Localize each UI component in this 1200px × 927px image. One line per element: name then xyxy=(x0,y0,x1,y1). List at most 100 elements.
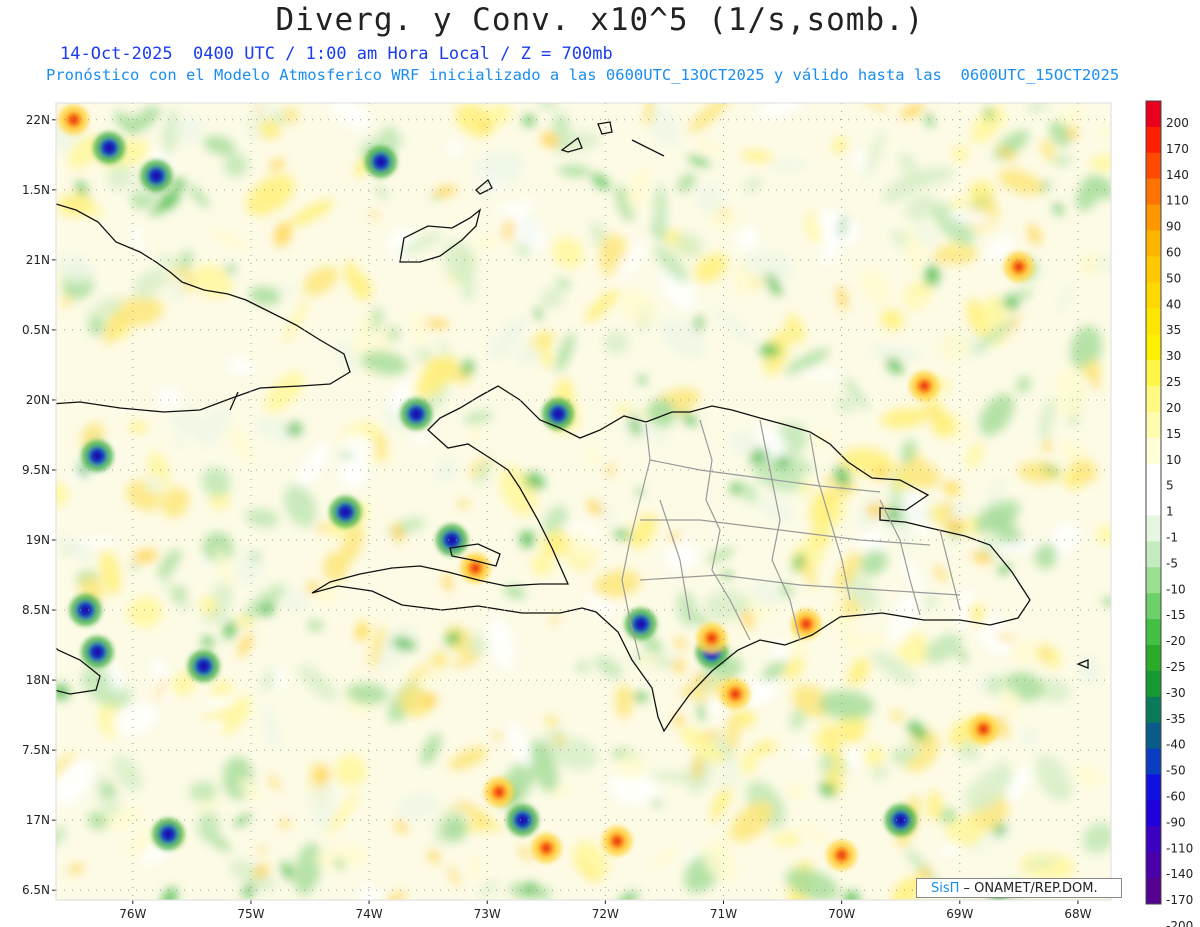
convergence-core xyxy=(506,804,539,837)
colorbar-swatch xyxy=(1146,670,1161,698)
latitude-axis: 22N 1.5N 21N 0.5N 20N 9.5N 19N 8.5N 18N 7.5N 17N 6.… xyxy=(22,113,50,897)
colorbar-swatch xyxy=(1146,800,1161,827)
lon-tick-label: 68W xyxy=(1064,907,1091,921)
colorbar-swatch xyxy=(1146,101,1161,128)
lon-tick-label: 75W xyxy=(237,907,264,921)
colorbar-label: -20 xyxy=(1166,634,1186,648)
lat-tick-label: 20N xyxy=(26,393,50,407)
colorbar-label: 35 xyxy=(1166,323,1181,337)
colorbar-swatch xyxy=(1146,593,1161,620)
colorbar-swatch xyxy=(1146,308,1161,335)
colorbar-swatch xyxy=(1146,722,1161,750)
colorbar-label: -140 xyxy=(1166,867,1193,881)
colorbar-swatch xyxy=(1146,748,1161,775)
colorbar-swatch xyxy=(1146,696,1161,724)
colorbar-label: -25 xyxy=(1166,660,1186,674)
colorbar-swatch xyxy=(1146,878,1161,905)
colorbar-label: 170 xyxy=(1166,142,1189,156)
colorbar-swatch xyxy=(1146,541,1161,568)
lat-tick-label: 21N xyxy=(26,253,50,267)
lat-tick-label: 22N xyxy=(26,113,50,127)
lon-tick-label: 72W xyxy=(592,907,619,921)
colorbar-label: 60 xyxy=(1166,246,1181,260)
lat-tick-label: 19N xyxy=(26,533,50,547)
colorbar-swatch xyxy=(1146,360,1161,387)
colorbar-label: -15 xyxy=(1166,608,1186,622)
colorbar-swatch xyxy=(1146,334,1161,361)
lon-tick-label: 74W xyxy=(356,907,383,921)
lon-tick-label: 69W xyxy=(946,907,973,921)
colorbar-label: -1 xyxy=(1166,530,1178,544)
colorbar-label: 25 xyxy=(1166,375,1181,389)
lat-tick-label: 9.5N xyxy=(22,463,50,477)
colorbar-label: 40 xyxy=(1166,297,1181,311)
colorbar-swatch xyxy=(1146,230,1161,257)
forecast-map: 22N 1.5N 21N 0.5N 20N 9.5N 19N 8.5N 18N 7.5N 17N 6.… xyxy=(22,100,1193,927)
colorbar-swatch xyxy=(1146,126,1161,154)
colorbar-swatch xyxy=(1146,385,1161,413)
colorbar-label: -50 xyxy=(1166,764,1186,778)
colorbar-label: 200 xyxy=(1166,116,1189,130)
colorbar-label: 90 xyxy=(1166,220,1181,234)
colorbar-label: 140 xyxy=(1166,168,1189,182)
lon-tick-label: 71W xyxy=(710,907,737,921)
colorbar-swatch xyxy=(1146,774,1161,801)
colorbar-swatch xyxy=(1146,437,1161,465)
credit-text: – ONAMET/REP.DOM. xyxy=(959,881,1098,896)
colorbar-label: 20 xyxy=(1166,401,1181,415)
colorbar-label: 15 xyxy=(1166,427,1181,441)
colorbar-label: 30 xyxy=(1166,349,1181,363)
colorbar-swatch xyxy=(1146,619,1161,646)
colorbar-swatch xyxy=(1146,567,1161,594)
lat-tick-label: 6.5N xyxy=(22,883,50,897)
colorbar-label: -110 xyxy=(1166,841,1193,855)
lon-tick-label: 70W xyxy=(828,907,855,921)
colorbar-swatch xyxy=(1146,515,1161,542)
longitude-axis: 76W 75W 74W 73W 72W 71W 70W 69W 68W xyxy=(119,907,1091,921)
colorbar-label: 1 xyxy=(1166,505,1174,519)
colorbar-swatch xyxy=(1146,152,1161,180)
colorbar-swatch xyxy=(1146,256,1161,283)
colorbar-swatch xyxy=(1146,826,1161,853)
lon-tick-label: 76W xyxy=(119,907,146,921)
convergence-core xyxy=(364,145,397,178)
colorbar-label: -35 xyxy=(1166,712,1186,726)
colorbar-swatch xyxy=(1146,204,1161,232)
colorbar-swatch xyxy=(1146,282,1161,309)
colorbar-label: -30 xyxy=(1166,686,1186,700)
divergence-core xyxy=(720,679,751,710)
divergence-field xyxy=(56,103,1111,900)
convergence-core xyxy=(81,439,114,472)
convergence-core xyxy=(93,131,126,164)
sispi-logo: SisΠ xyxy=(931,881,960,896)
convergence-core xyxy=(624,608,657,641)
divergence-core xyxy=(1003,251,1034,282)
credit-box: SisΠ – ONAMET/REP.DOM. xyxy=(916,878,1122,898)
lon-tick-label: 73W xyxy=(474,907,501,921)
divergence-core xyxy=(460,553,491,584)
colorbar-swatch xyxy=(1146,644,1161,672)
colorbar-swatch xyxy=(1146,411,1161,439)
colorbar-label: 10 xyxy=(1166,453,1181,467)
convergence-core xyxy=(542,397,575,430)
colorbar-label: -40 xyxy=(1166,738,1186,752)
lat-tick-label: 7.5N xyxy=(22,743,50,757)
colorbar-label: -60 xyxy=(1166,790,1186,804)
colorbar-label: -5 xyxy=(1166,556,1178,570)
colorbar-swatch xyxy=(1146,178,1161,206)
colorbar-label: -10 xyxy=(1166,582,1186,596)
lat-tick-label: 0.5N xyxy=(22,323,50,337)
colorbar-label: 110 xyxy=(1166,194,1189,208)
colorbar: 200 170 140 110 90 60 50 40 35 30 25 20 15 10 5 1 -1 -5 -1… xyxy=(1145,100,1193,927)
colorbar-label: -90 xyxy=(1166,815,1186,829)
colorbar-swatch xyxy=(1146,852,1161,879)
convergence-core xyxy=(81,636,114,669)
convergence-core xyxy=(140,159,173,192)
lat-tick-label: 1.5N xyxy=(22,183,50,197)
divergence-core xyxy=(531,833,562,864)
colorbar-label: 5 xyxy=(1166,479,1174,493)
lat-tick-label: 18N xyxy=(26,673,50,687)
convergence-core xyxy=(187,650,220,683)
convergence-core xyxy=(884,804,917,837)
divergence-core xyxy=(696,623,727,654)
